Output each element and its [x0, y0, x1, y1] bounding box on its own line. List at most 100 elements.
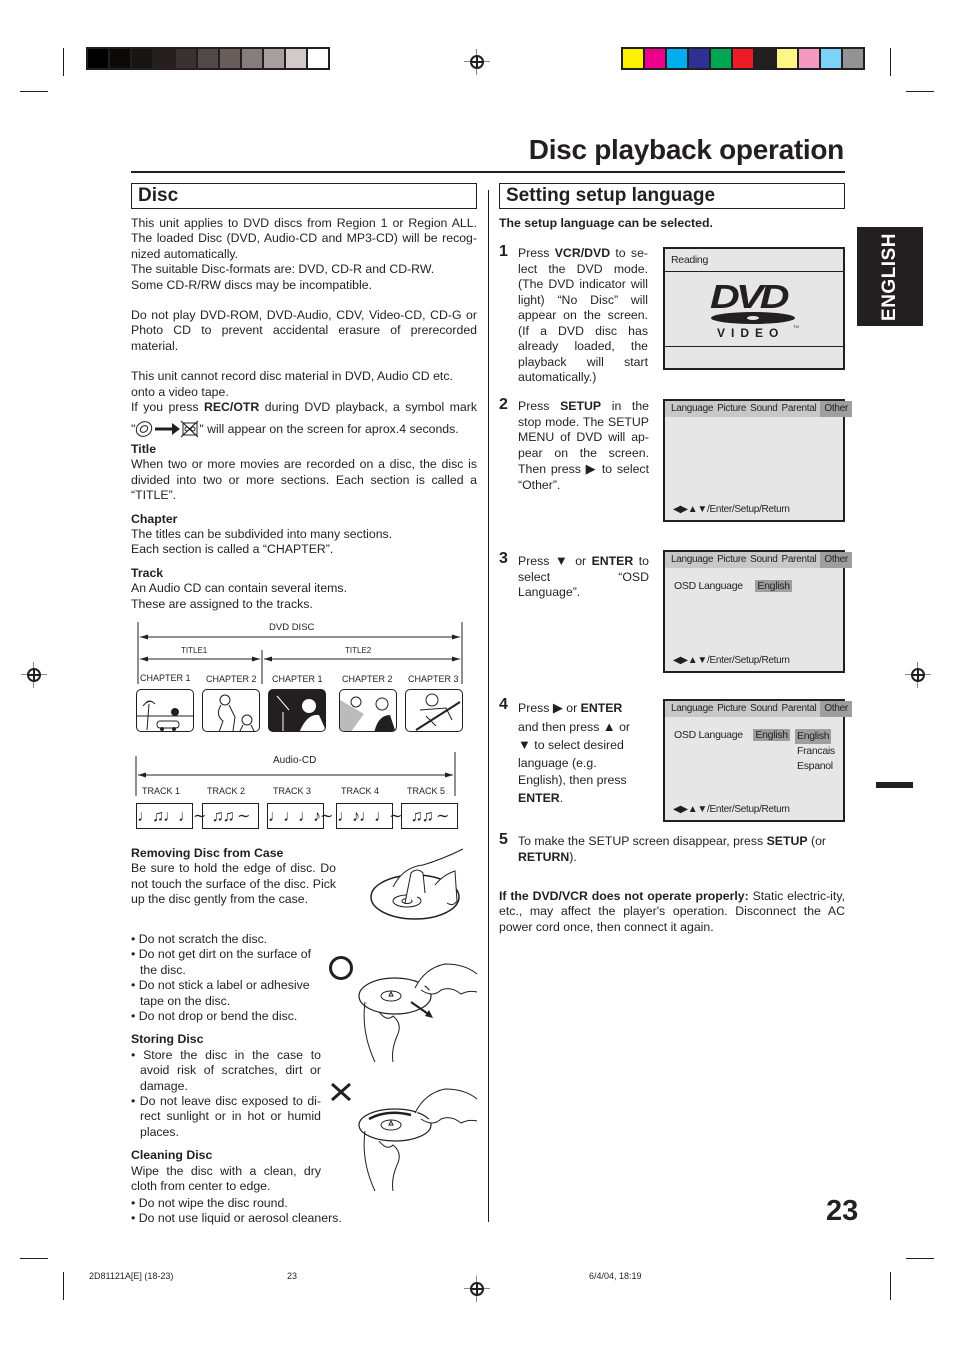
step-text-part: To make the SETUP screen disappear, pres… — [518, 834, 767, 848]
audio-cd-label: Audio-CD — [273, 755, 317, 766]
osd-language-option: English — [795, 729, 832, 744]
track-label: TRACK 4 — [341, 786, 380, 796]
step-number: 3 — [499, 550, 508, 567]
chapter-thumbnail-golfer-image — [202, 689, 260, 732]
step-number: 2 — [499, 396, 508, 413]
title-heading: Title — [131, 442, 157, 456]
step-text-part: to se-lect the DVD mode. (The DVD indica… — [518, 246, 648, 384]
step-text-part: Press — [518, 246, 555, 260]
footer-timestamp: 6/4/04, 18:19 — [589, 1271, 642, 1281]
osd-language-option: Espanol — [797, 760, 833, 772]
chapter-thumbnail-skier-image — [405, 689, 463, 732]
footer-page: 23 — [287, 1271, 298, 1281]
rec-otr-key: REC/OTR — [203, 400, 260, 415]
osd-tab-picture: Picture — [717, 554, 747, 565]
language-tab-label: ENGLISH — [879, 232, 900, 321]
osd-reading-screen: Reading DVD VIDEO TM — [663, 247, 845, 370]
chapter-label: CHAPTER 2 — [206, 674, 257, 684]
registration-mark-icon — [464, 1276, 490, 1302]
osd-tab-other: Other — [820, 552, 852, 568]
removing-disc-section: Removing Disc from Case Be sure to hold … — [131, 846, 336, 908]
removing-disc-heading: Removing Disc from Case — [131, 846, 284, 860]
bullet-item: • Do not drop or bend the disc. — [131, 1009, 298, 1024]
chapter-thumbnail-beach-image — [136, 689, 194, 732]
color-swatch — [799, 49, 819, 68]
step-text-part: Press — [518, 701, 553, 715]
symbol-mark-line: " " will appear on the screen for aprox.… — [131, 420, 477, 438]
osd-tab-other: Other — [820, 701, 852, 717]
osd-nav-hint: ◀▶▲▼/Enter/Setup/Return — [673, 504, 790, 515]
osd-tab-picture: Picture — [717, 403, 747, 414]
osd-tab-sound: Sound — [750, 703, 778, 714]
up-arrow-key-icon: ▲ — [602, 718, 616, 734]
track-music-icon: ♩♫♩♩∼ — [136, 803, 206, 829]
step-text-part: . — [559, 790, 564, 805]
osd-menu-tabs: Language Picture Sound Parental Other — [665, 401, 852, 417]
track-music-icon: ♫♫ ∼ — [401, 803, 458, 829]
step-number: 4 — [499, 696, 508, 713]
osd-nav-hint: ◀▶▲▼/Enter/Setup/Return — [673, 655, 790, 666]
step-text-part: ). — [569, 849, 577, 864]
osd-tab-sound: Sound — [750, 554, 778, 565]
color-swatch — [667, 49, 687, 68]
disc-record-text: This unit cannot record disc material in… — [131, 369, 453, 399]
color-swatch — [755, 49, 775, 68]
chapter-thumbnail-couple-image — [339, 689, 397, 732]
rec-otr-pre: If you press — [131, 400, 204, 415]
footer-doc-code: 2D81121A[E] (18-23) — [89, 1271, 174, 1281]
title-rule — [131, 171, 845, 173]
osd-tab-parental: Parental — [781, 703, 817, 714]
enter-key: ENTER — [591, 554, 634, 568]
step-text-part: to select desired language (e.g. English… — [518, 738, 627, 788]
cleaning-bullets: • Do not wipe the disc round. • Do not us… — [131, 1196, 391, 1227]
step-5-text: To make the SETUP screen disappear, pres… — [518, 834, 846, 865]
color-swatch — [264, 49, 284, 68]
track-label: TRACK 1 — [142, 786, 181, 796]
troubleshoot-note: If the DVD/VCR does not operate properly… — [499, 889, 845, 935]
osd-language-value: English — [753, 729, 790, 741]
symbol-mark-text: " will appear on the screen for aprox.4 … — [199, 421, 459, 436]
chapter-label: CHAPTER 3 — [408, 674, 459, 684]
osd-language-options-screen: Language Picture Sound Parental Other OSD La… — [663, 699, 852, 822]
osd-language-option: Francais — [797, 745, 835, 757]
chapter-label: CHAPTER 1 — [140, 673, 191, 683]
chapter-thumbnail-singer-image — [268, 689, 326, 732]
disc-warning-text: Do not play DVD-ROM, DVD-Audio, CDV, Vid… — [131, 308, 477, 353]
osd-language-row: OSD Language English — [674, 580, 792, 592]
setup-intro: The setup language can be selected. — [499, 216, 713, 230]
title1-label: TITLE1 — [181, 646, 208, 655]
step-text-part: or — [562, 701, 581, 715]
vcr-dvd-key: VCR/DVD — [554, 246, 611, 260]
step-text-part: Press — [518, 554, 555, 568]
step-1-text: Press VCR/DVD to se-lect the DVD mode. (… — [518, 246, 648, 386]
step-number: 5 — [499, 831, 508, 848]
color-swatch — [777, 49, 797, 68]
crop-mark — [906, 1258, 934, 1259]
osd-nav-hint: ◀▶▲▼/Enter/Setup/Return — [673, 804, 790, 815]
color-swatch — [176, 49, 196, 68]
track-music-icon: ♩♪♩♩∼ — [336, 803, 402, 829]
dvd-logo-text: DVD — [710, 278, 790, 315]
storing-bullet-list: • Store the disc in the case to avoid ri… — [131, 1048, 321, 1140]
chapter-label: CHAPTER 2 — [342, 674, 393, 684]
registration-mark-icon — [905, 662, 931, 688]
right-arrow-key-icon: ▶ — [552, 700, 563, 715]
osd-tab-language: Language — [671, 554, 714, 565]
color-swatch — [308, 49, 328, 68]
cmyk-color-bar — [621, 47, 865, 70]
dvd-disc-label: DVD DISC — [269, 622, 315, 633]
disc-compat-text: Some CD-R/RW discs may be incompatible. — [131, 277, 373, 292]
crop-mark — [906, 91, 934, 92]
bullet-item: • Do not scratch the disc. — [131, 932, 268, 946]
step-text-part: (or — [807, 834, 827, 848]
setup-section-heading: Setting setup language — [499, 183, 845, 209]
osd-tab-picture: Picture — [717, 703, 747, 714]
crop-mark — [890, 1272, 891, 1300]
chapter-text: Each section is called a “CHAPTER”. — [131, 542, 334, 557]
cleaning-bullet-list: • Do not wipe the disc round. • Do not us… — [131, 1196, 391, 1227]
track-music-icon: ♩♩♩♪∼ — [267, 803, 333, 829]
correct-disc-handling-illustration — [358, 963, 478, 1063]
track-label: TRACK 3 — [273, 786, 312, 796]
crop-mark — [20, 91, 48, 92]
enter-key: ENTER — [580, 701, 623, 715]
